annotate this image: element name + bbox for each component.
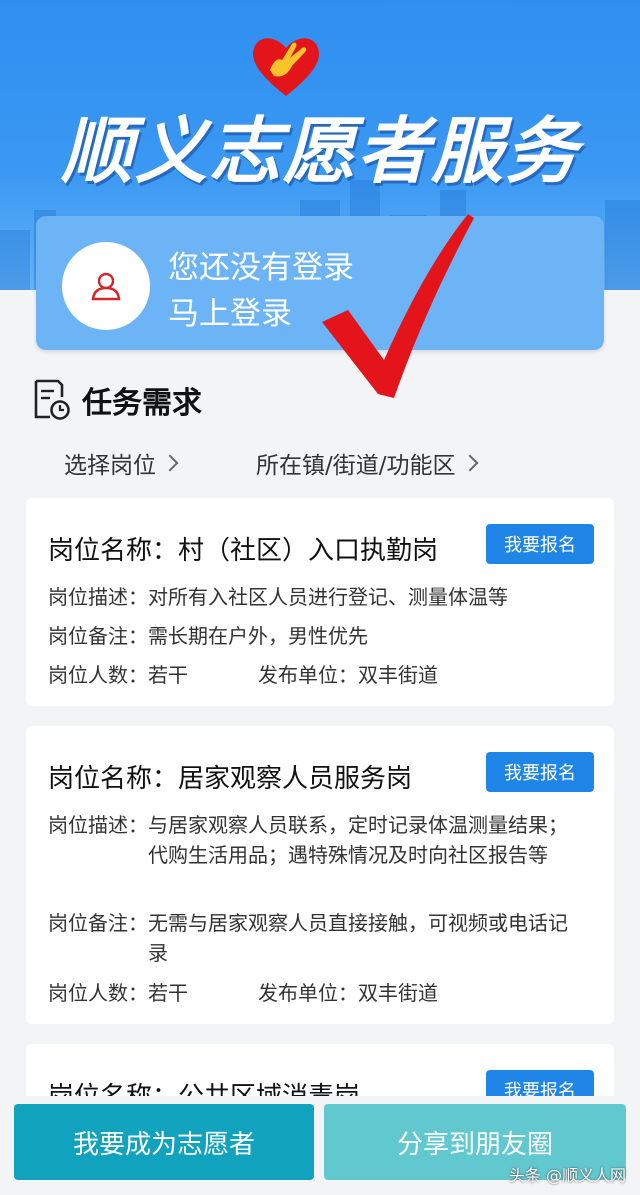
filter-position[interactable]: 选择岗位 [64, 446, 179, 480]
note-label: 岗位备注： [48, 911, 148, 935]
job-publisher: 发布单位：双丰街道 [258, 978, 438, 1008]
job-note: 岗位备注： 无需与居家观察人员直接接触，可视频或电话记录 [48, 908, 578, 968]
job-description: 岗位描述： 对所有入社区人员进行登记、测量体温等 [48, 582, 578, 612]
job-title: 岗位名称：村（社区）入口执勤岗 [48, 536, 439, 566]
job-description: 岗位描述： 与居家观察人员联系，定时记录体温测量结果；代购生活用品；遇特殊情况及… [48, 810, 578, 870]
chevron-right-icon [461, 454, 478, 472]
chevron-right-icon [161, 454, 179, 472]
task-clock-icon [34, 379, 70, 420]
become-volunteer-button[interactable]: 我要成为志愿者 [14, 1104, 314, 1180]
heart-hand-icon [253, 38, 319, 96]
publisher-value: 双丰街道 [358, 663, 438, 687]
count-label: 岗位人数： [48, 981, 148, 1005]
job-count: 岗位人数： 若干 [48, 660, 188, 690]
red-checkmark-icon [322, 214, 474, 398]
banner-title: 顺义志愿者服务 [60, 108, 579, 193]
job-card[interactable]: 岗位名称：村（社区）入口执勤岗 我要报名 岗位描述： 对所有入社区人员进行登记、… [26, 498, 614, 706]
avatar[interactable] [62, 242, 150, 330]
note-value: 无需与居家观察人员直接接触，可视频或电话记录 [148, 911, 568, 965]
job-card[interactable]: 岗位名称：居家观察人员服务岗 我要报名 岗位描述： 与居家观察人员联系，定时记录… [26, 726, 614, 1024]
count-label: 岗位人数： [48, 663, 148, 687]
count-value: 若干 [148, 663, 188, 687]
section-header: 任务需求 [32, 378, 202, 422]
count-value: 若干 [148, 981, 188, 1005]
job-title: 岗位名称：居家观察人员服务岗 [48, 764, 413, 794]
desc-label: 岗位描述： [48, 813, 148, 837]
apply-button[interactable]: 我要报名 [486, 524, 594, 564]
filter-location-label: 所在镇/街道/功能区 [256, 453, 456, 479]
user-icon [91, 272, 121, 301]
desc-value: 与居家观察人员联系，定时记录体温测量结果；代购生活用品；遇特殊情况及时向社区报告… [148, 813, 568, 867]
job-publisher: 发布单位：双丰街道 [258, 660, 438, 690]
publisher-label: 发布单位： [258, 663, 358, 687]
filter-location[interactable]: 所在镇/街道/功能区 [256, 446, 478, 480]
note-label: 岗位备注： [48, 624, 148, 648]
note-value: 需长期在户外，男性优先 [148, 624, 368, 648]
desc-label: 岗位描述： [48, 585, 148, 609]
watermark: 头条 @顺义人网 [508, 1166, 626, 1185]
apply-button[interactable]: 我要报名 [486, 752, 594, 792]
job-note: 岗位备注： 需长期在户外，男性优先 [48, 621, 578, 651]
publisher-value: 双丰街道 [358, 981, 438, 1005]
job-count: 岗位人数： 若干 [48, 978, 188, 1008]
login-link[interactable]: 马上登录 [168, 288, 292, 333]
publisher-label: 发布单位： [258, 981, 358, 1005]
desc-value: 对所有入社区人员进行登记、测量体温等 [148, 585, 508, 609]
filter-position-label: 选择岗位 [64, 453, 156, 479]
section-title: 任务需求 [82, 386, 202, 421]
